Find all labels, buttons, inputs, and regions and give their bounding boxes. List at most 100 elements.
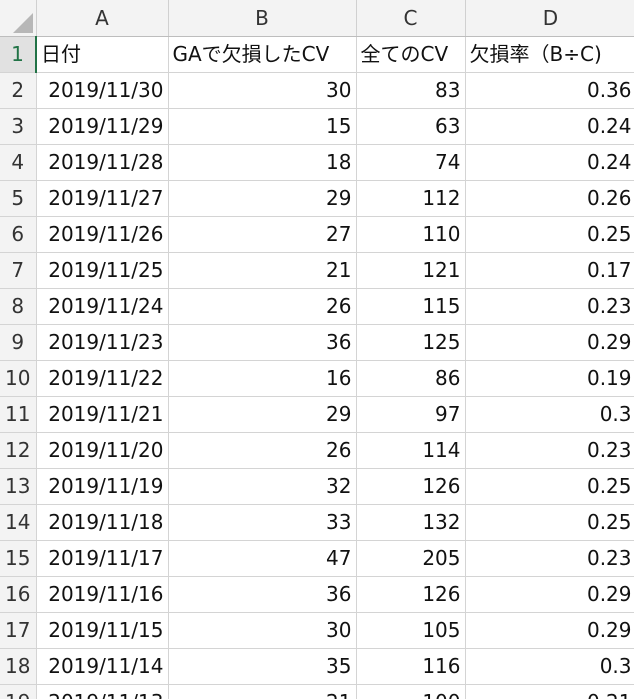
cell-date[interactable]: 2019/11/25: [36, 252, 169, 289]
header-cell-total-cv[interactable]: 全てのCV: [356, 36, 466, 73]
row-header[interactable]: 2: [0, 72, 37, 109]
cell-total-cv[interactable]: 121: [356, 252, 466, 289]
cell-missing-cv[interactable]: 21: [168, 252, 357, 289]
cell-total-cv[interactable]: 114: [356, 432, 466, 469]
cell-date[interactable]: 2019/11/19: [36, 468, 169, 505]
header-cell-missing-cv[interactable]: GAで欠損したCV: [168, 36, 357, 73]
cell-total-cv[interactable]: 126: [356, 468, 466, 505]
cell-date[interactable]: 2019/11/29: [36, 108, 169, 145]
cell-total-cv[interactable]: 132: [356, 504, 466, 541]
cell-missing-rate[interactable]: 0.25: [465, 504, 634, 541]
cell-missing-cv[interactable]: 21: [168, 684, 357, 699]
cell-total-cv[interactable]: 105: [356, 612, 466, 649]
row-header[interactable]: 12: [0, 432, 37, 469]
cell-date[interactable]: 2019/11/15: [36, 612, 169, 649]
cell-date[interactable]: 2019/11/14: [36, 648, 169, 685]
header-cell-missing-rate[interactable]: 欠損率（B÷C): [465, 36, 634, 73]
row-header[interactable]: 14: [0, 504, 37, 541]
row-header[interactable]: 11: [0, 396, 37, 433]
cell-missing-rate[interactable]: 0.3: [465, 648, 634, 685]
cell-missing-cv[interactable]: 35: [168, 648, 357, 685]
cell-missing-cv[interactable]: 16: [168, 360, 357, 397]
cell-missing-rate[interactable]: 0.23: [465, 432, 634, 469]
row-header[interactable]: 18: [0, 648, 37, 685]
cell-missing-rate[interactable]: 0.25: [465, 216, 634, 253]
cell-total-cv[interactable]: 74: [356, 144, 466, 181]
cell-missing-cv[interactable]: 26: [168, 432, 357, 469]
cell-total-cv[interactable]: 126: [356, 576, 466, 613]
cell-date[interactable]: 2019/11/17: [36, 540, 169, 577]
row-header[interactable]: 13: [0, 468, 37, 505]
cell-date[interactable]: 2019/11/18: [36, 504, 169, 541]
cell-date[interactable]: 2019/11/22: [36, 360, 169, 397]
row-header[interactable]: 5: [0, 180, 37, 217]
header-cell-date[interactable]: 日付: [36, 36, 169, 73]
cell-total-cv[interactable]: 110: [356, 216, 466, 253]
row-header[interactable]: 9: [0, 324, 37, 361]
cell-missing-cv[interactable]: 36: [168, 576, 357, 613]
cell-missing-rate[interactable]: 0.19: [465, 360, 634, 397]
column-header-c[interactable]: C: [356, 0, 466, 37]
cell-missing-rate[interactable]: 0.21: [465, 684, 634, 699]
cell-date[interactable]: 2019/11/21: [36, 396, 169, 433]
cell-date[interactable]: 2019/11/26: [36, 216, 169, 253]
cell-missing-cv[interactable]: 26: [168, 288, 357, 325]
row-header[interactable]: 17: [0, 612, 37, 649]
cell-missing-rate[interactable]: 0.17: [465, 252, 634, 289]
row-header[interactable]: 8: [0, 288, 37, 325]
cell-missing-cv[interactable]: 36: [168, 324, 357, 361]
cell-missing-rate[interactable]: 0.25: [465, 468, 634, 505]
row-header[interactable]: 15: [0, 540, 37, 577]
cell-total-cv[interactable]: 115: [356, 288, 466, 325]
cell-missing-cv[interactable]: 18: [168, 144, 357, 181]
cell-missing-cv[interactable]: 32: [168, 468, 357, 505]
cell-missing-cv[interactable]: 30: [168, 612, 357, 649]
row-header[interactable]: 6: [0, 216, 37, 253]
cell-date[interactable]: 2019/11/24: [36, 288, 169, 325]
cell-missing-rate[interactable]: 0.29: [465, 324, 634, 361]
cell-missing-rate[interactable]: 0.29: [465, 576, 634, 613]
cell-missing-rate[interactable]: 0.29: [465, 612, 634, 649]
row-header[interactable]: 7: [0, 252, 37, 289]
cell-missing-rate[interactable]: 0.24: [465, 144, 634, 181]
cell-date[interactable]: 2019/11/28: [36, 144, 169, 181]
cell-total-cv[interactable]: 63: [356, 108, 466, 145]
cell-missing-rate[interactable]: 0.36: [465, 72, 634, 109]
row-header[interactable]: 1: [0, 36, 37, 73]
cell-total-cv[interactable]: 125: [356, 324, 466, 361]
select-all-corner[interactable]: [0, 0, 37, 37]
cell-missing-rate[interactable]: 0.24: [465, 108, 634, 145]
cell-missing-rate[interactable]: 0.26: [465, 180, 634, 217]
cell-date[interactable]: 2019/11/16: [36, 576, 169, 613]
row-header[interactable]: 16: [0, 576, 37, 613]
cell-missing-cv[interactable]: 33: [168, 504, 357, 541]
cell-total-cv[interactable]: 205: [356, 540, 466, 577]
cell-total-cv[interactable]: 112: [356, 180, 466, 217]
cell-missing-cv[interactable]: 29: [168, 180, 357, 217]
cell-total-cv[interactable]: 83: [356, 72, 466, 109]
column-header-a[interactable]: A: [36, 0, 169, 37]
cell-total-cv[interactable]: 100: [356, 684, 466, 699]
cell-date[interactable]: 2019/11/20: [36, 432, 169, 469]
cell-missing-rate[interactable]: 0.23: [465, 540, 634, 577]
row-header[interactable]: 4: [0, 144, 37, 181]
cell-missing-rate[interactable]: 0.3: [465, 396, 634, 433]
cell-date[interactable]: 2019/11/13: [36, 684, 169, 699]
cell-missing-cv[interactable]: 29: [168, 396, 357, 433]
cell-total-cv[interactable]: 86: [356, 360, 466, 397]
cell-missing-rate[interactable]: 0.23: [465, 288, 634, 325]
column-header-d[interactable]: D: [465, 0, 634, 37]
cell-missing-cv[interactable]: 27: [168, 216, 357, 253]
cell-total-cv[interactable]: 97: [356, 396, 466, 433]
row-header[interactable]: 10: [0, 360, 37, 397]
column-header-b[interactable]: B: [168, 0, 357, 37]
cell-date[interactable]: 2019/11/30: [36, 72, 169, 109]
row-header[interactable]: 3: [0, 108, 37, 145]
cell-date[interactable]: 2019/11/23: [36, 324, 169, 361]
cell-missing-cv[interactable]: 47: [168, 540, 357, 577]
row-header[interactable]: 19: [0, 684, 37, 699]
cell-missing-cv[interactable]: 30: [168, 72, 357, 109]
cell-missing-cv[interactable]: 15: [168, 108, 357, 145]
cell-date[interactable]: 2019/11/27: [36, 180, 169, 217]
cell-total-cv[interactable]: 116: [356, 648, 466, 685]
